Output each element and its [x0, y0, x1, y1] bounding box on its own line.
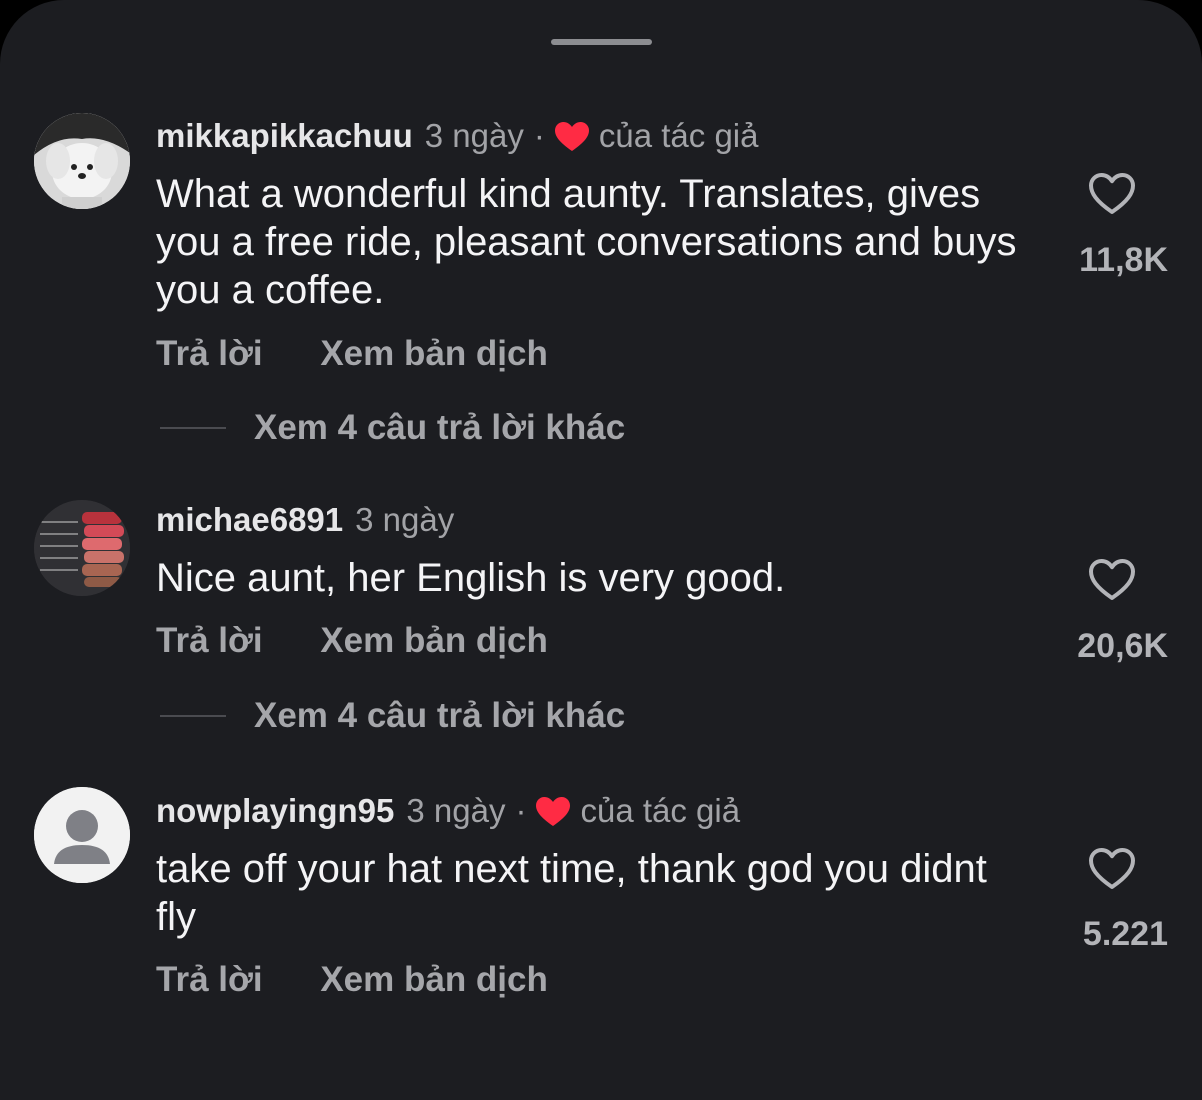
steak-doneness-avatar-icon[interactable] [34, 500, 130, 596]
like-button[interactable] [1052, 172, 1172, 216]
comment-meta: michae6891 3 ngày [156, 500, 454, 540]
heart-filled-icon [536, 796, 571, 826]
heart-outline-icon [1089, 173, 1135, 214]
liked-by-author-label: của tác giả [580, 792, 741, 829]
translate-button[interactable]: Xem bản dịch [320, 960, 548, 999]
comment-actions: Trả lời Xem bản dịch [156, 960, 548, 1000]
like-count: 20,6K [1077, 627, 1168, 665]
translate-button[interactable]: Xem bản dịch [320, 621, 548, 660]
view-replies-button[interactable]: Xem 4 câu trả lời khác [160, 408, 625, 448]
comment-time: 3 ngày [355, 501, 455, 538]
dog-avatar-icon[interactable] [34, 113, 130, 209]
view-replies-label: Xem 4 câu trả lời khác [254, 696, 626, 735]
comment-time: 3 ngày [406, 792, 506, 829]
like-count: 5.221 [1082, 915, 1168, 953]
comment-text: take off your hat next time, thank god y… [156, 847, 987, 939]
comment-username[interactable]: nowplayingn95 [156, 791, 394, 831]
comment-actions: Trả lời Xem bản dịch [156, 334, 548, 374]
heart-filled-icon [554, 121, 589, 151]
comment-username[interactable]: mikkapikkachuu [156, 116, 413, 156]
reply-button[interactable]: Trả lời [156, 960, 263, 999]
translate-button[interactable]: Xem bản dịch [320, 334, 548, 373]
like-count: 11,8K [1079, 241, 1168, 279]
meta-separator: · [533, 117, 545, 154]
heart-outline-icon [1089, 848, 1135, 889]
replies-divider [160, 427, 226, 429]
view-replies-button[interactable]: Xem 4 câu trả lời khác [160, 696, 625, 736]
reply-button[interactable]: Trả lời [156, 621, 263, 660]
comment-text: Nice aunt, her English is very good. [156, 556, 786, 600]
comment-meta: nowplayingn95 3 ngày · của tác giả [156, 791, 740, 831]
meta-separator: · [515, 792, 527, 829]
like-button[interactable] [1052, 847, 1172, 891]
default-user-avatar-icon[interactable] [34, 787, 130, 883]
comment-actions: Trả lời Xem bản dịch [156, 621, 548, 661]
comment-username[interactable]: michae6891 [156, 500, 343, 540]
comment-text: What a wonderful kind aunty. Translates,… [156, 172, 1017, 312]
replies-divider [160, 715, 226, 717]
drag-handle[interactable] [551, 39, 652, 45]
like-button[interactable] [1052, 558, 1172, 602]
heart-outline-icon [1089, 559, 1135, 600]
view-replies-label: Xem 4 câu trả lời khác [254, 408, 626, 447]
comment-meta: mikkapikkachuu 3 ngày · của tác giả [156, 116, 758, 156]
comment-time: 3 ngày [424, 117, 524, 154]
liked-by-author-label: của tác giả [598, 117, 759, 154]
reply-button[interactable]: Trả lời [156, 334, 263, 373]
comments-sheet: mikkapikkachuu 3 ngày · của tác giả What… [0, 0, 1202, 1100]
